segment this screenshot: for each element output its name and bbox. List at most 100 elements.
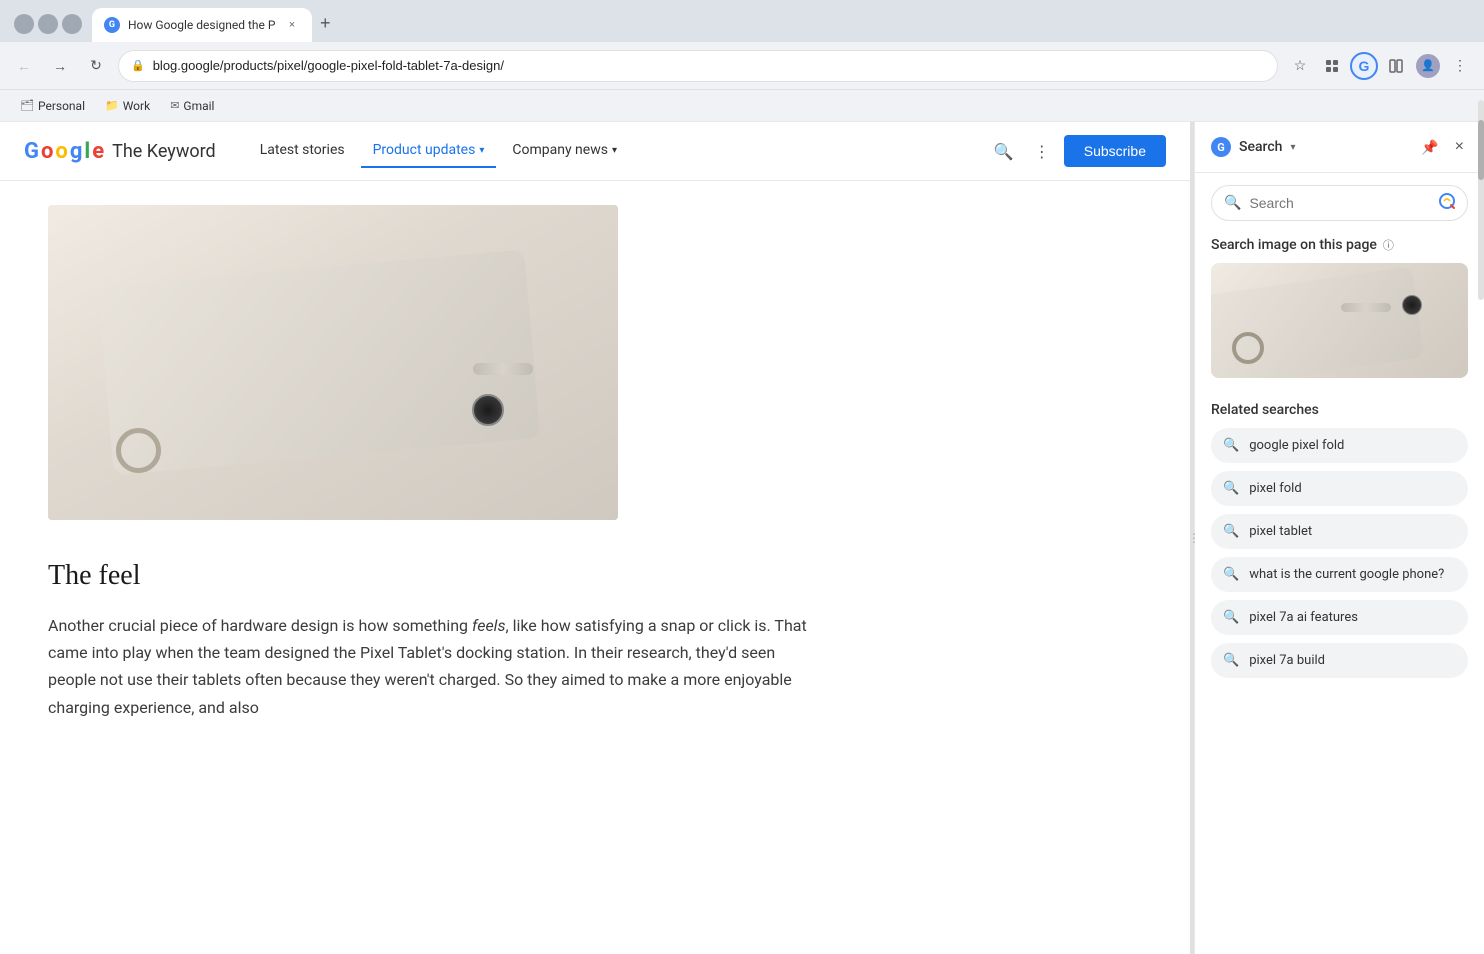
bookmarks-bar: 🗂 Personal 📁 Work ✉ Gmail [0, 90, 1484, 122]
nav-product-updates[interactable]: Product updates ▾ [361, 134, 497, 168]
related-search-text-2: pixel tablet [1249, 524, 1312, 539]
bookmark-work-label: Work [123, 99, 150, 113]
folder-icon: 📁 [105, 99, 119, 112]
logo-o2: o [55, 139, 67, 164]
logo-e: e [92, 139, 104, 164]
nav-actions: 🔍 ⋮ Subscribe [988, 135, 1166, 167]
logo-g: G [24, 139, 39, 164]
google-panel-icon: G [1211, 137, 1231, 157]
tablet-body [98, 250, 540, 476]
site-nav: G o o g l e The Keyword Latest stories P… [0, 122, 1190, 181]
tablet-ring [116, 428, 161, 473]
logo-g2: g [70, 139, 83, 164]
preview-tablet-camera [1402, 295, 1422, 315]
gmail-icon: ✉ [170, 99, 179, 112]
toolbar: ← → ↻ 🔒 ☆ G [0, 42, 1484, 90]
security-icon: 🔒 [131, 59, 145, 72]
extensions-button[interactable] [1318, 52, 1346, 80]
refresh-button[interactable]: ↻ [82, 52, 110, 80]
profile-avatar[interactable]: 👤 [1414, 52, 1442, 80]
article-area: The feel Another crucial piece of hardwa… [0, 181, 860, 761]
article-hero-image [48, 205, 618, 520]
panel-close-button[interactable]: × [1451, 134, 1468, 160]
search-icon: 🔍 [1223, 481, 1239, 496]
chrome-menu-button[interactable]: ⋮ [1446, 52, 1474, 80]
active-tab[interactable]: G How Google designed the P × [92, 8, 312, 42]
lens-icon[interactable] [1438, 192, 1456, 214]
tab-favicon: G [104, 17, 120, 33]
tablet-button [473, 363, 533, 375]
bookmark-work[interactable]: 📁 Work [97, 95, 158, 117]
search-preview-image[interactable] [1211, 263, 1468, 378]
search-icon: 🔍 [1223, 438, 1239, 453]
nav-more-icon[interactable]: ⋮ [1028, 136, 1056, 167]
side-panel: G Search ▾ 📌 × 🔍 [1194, 122, 1484, 954]
search-box-icon: 🔍 [1224, 195, 1241, 211]
dropdown-chevron-icon: ▾ [479, 145, 484, 156]
forward-button[interactable]: → [46, 52, 74, 80]
side-panel-title: Search [1239, 139, 1282, 155]
nav-company-news[interactable]: Company news ▾ [500, 134, 629, 168]
bookmark-gmail[interactable]: ✉ Gmail [162, 95, 222, 117]
hero-image-inner [48, 205, 618, 520]
logo-o1: o [41, 139, 53, 164]
related-search-item-4[interactable]: 🔍 pixel 7a ai features [1211, 600, 1468, 635]
panel-pin-button[interactable]: 📌 [1417, 135, 1442, 160]
search-image-section: Search image on this page ⓘ [1195, 233, 1484, 390]
tab-title: How Google designed the P [128, 18, 276, 32]
bookmark-button[interactable]: ☆ [1286, 52, 1314, 80]
browser-window: − □ × G How Google designed the P × + ← … [0, 0, 1484, 954]
related-search-item-3[interactable]: 🔍 what is the current google phone? [1211, 557, 1468, 592]
search-icon: 🔍 [1223, 524, 1239, 539]
toolbar-icons: ☆ G 👤 [1286, 52, 1474, 80]
close-window-button[interactable]: × [62, 14, 82, 34]
site-name: The Keyword [112, 141, 216, 162]
search-image-label: Search image on this page ⓘ [1211, 237, 1468, 253]
side-panel-header: G Search ▾ 📌 × [1195, 122, 1484, 173]
bookmark-gmail-label: Gmail [183, 99, 214, 113]
url-input[interactable] [153, 58, 1265, 73]
nav-links: Latest stories Product updates ▾ Company… [248, 134, 988, 168]
related-search-item-2[interactable]: 🔍 pixel tablet [1211, 514, 1468, 549]
preview-ring [1232, 332, 1264, 364]
nav-latest-stories[interactable]: Latest stories [248, 134, 357, 168]
search-box: 🔍 [1211, 185, 1468, 221]
search-input-area: 🔍 [1195, 173, 1484, 233]
tab-close-button[interactable]: × [284, 17, 300, 33]
related-search-item-5[interactable]: 🔍 pixel 7a build [1211, 643, 1468, 678]
main-content: G o o g l e The Keyword Latest stories P… [0, 122, 1190, 954]
side-panel-body: 🔍 Search image on [1195, 173, 1484, 954]
related-search-item-1[interactable]: 🔍 pixel fold [1211, 471, 1468, 506]
page-area: G o o g l e The Keyword Latest stories P… [0, 122, 1484, 954]
preview-tablet-button [1341, 303, 1391, 312]
search-icon: 🔍 [1223, 610, 1239, 625]
related-searches-section: Related searches 🔍 google pixel fold 🔍 p… [1195, 390, 1484, 698]
panel-dropdown-icon[interactable]: ▾ [1290, 142, 1295, 153]
related-search-text-1: pixel fold [1249, 481, 1302, 496]
nav-search-icon[interactable]: 🔍 [988, 136, 1020, 167]
resize-handle[interactable] [1190, 122, 1194, 954]
tablet-camera [472, 394, 504, 426]
new-tab-button[interactable]: + [316, 13, 335, 42]
bookmark-personal[interactable]: 🗂 Personal [12, 95, 93, 117]
folder-icon: 🗂 [20, 99, 34, 112]
subscribe-button[interactable]: Subscribe [1064, 135, 1166, 167]
google-lens-button[interactable]: G [1350, 52, 1378, 80]
related-search-text-0: google pixel fold [1249, 438, 1344, 453]
window-controls: − □ × [8, 14, 88, 42]
address-bar[interactable]: 🔒 [118, 50, 1278, 82]
info-icon[interactable]: ⓘ [1383, 237, 1394, 253]
maximize-button[interactable]: □ [38, 14, 58, 34]
logo-l: l [84, 139, 90, 164]
related-search-text-4: pixel 7a ai features [1249, 610, 1358, 625]
search-icon: 🔍 [1223, 567, 1239, 582]
search-icon: 🔍 [1223, 653, 1239, 668]
dropdown-chevron-icon: ▾ [612, 145, 617, 156]
back-button[interactable]: ← [10, 52, 38, 80]
related-search-item-0[interactable]: 🔍 google pixel fold [1211, 428, 1468, 463]
article-body-text: Another crucial piece of hardware design… [48, 612, 812, 721]
search-box-input[interactable] [1249, 195, 1430, 211]
split-screen-button[interactable] [1382, 52, 1410, 80]
related-search-text-5: pixel 7a build [1249, 653, 1325, 668]
minimize-button[interactable]: − [14, 14, 34, 34]
